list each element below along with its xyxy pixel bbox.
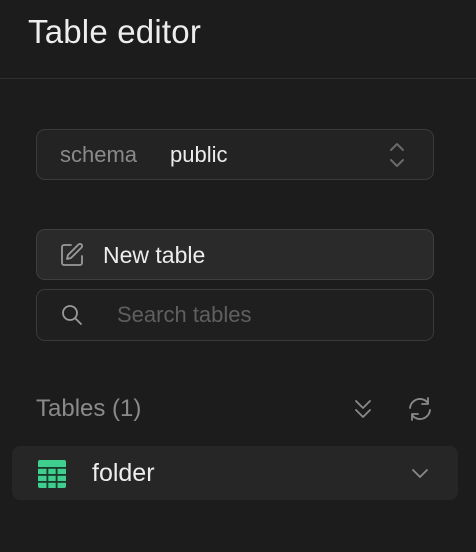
new-table-label: New table bbox=[103, 242, 206, 268]
refresh-icon[interactable] bbox=[406, 396, 434, 422]
table-name: folder bbox=[92, 459, 155, 487]
edit-icon bbox=[61, 243, 83, 266]
schema-label: schema bbox=[60, 141, 138, 167]
search-icon bbox=[62, 305, 82, 325]
tables-section-title: Tables (1) bbox=[36, 395, 142, 422]
search-tables-field[interactable] bbox=[36, 289, 434, 341]
table-row-folder[interactable]: folder bbox=[12, 446, 458, 500]
chevron-down-icon[interactable] bbox=[410, 463, 430, 483]
panel-header: Table editor bbox=[0, 0, 476, 79]
new-table-button[interactable]: New table bbox=[36, 229, 434, 280]
schema-select[interactable]: schema public bbox=[36, 129, 434, 180]
search-tables-input[interactable] bbox=[117, 298, 417, 332]
table-grid-icon bbox=[38, 460, 66, 488]
chevrons-down-icon[interactable] bbox=[350, 396, 376, 422]
page-title: Table editor bbox=[28, 13, 202, 50]
schema-value: public bbox=[170, 141, 228, 167]
table-editor-panel: Table editor schema public New table Tab… bbox=[0, 0, 476, 552]
chevron-up-down-icon bbox=[390, 143, 404, 167]
